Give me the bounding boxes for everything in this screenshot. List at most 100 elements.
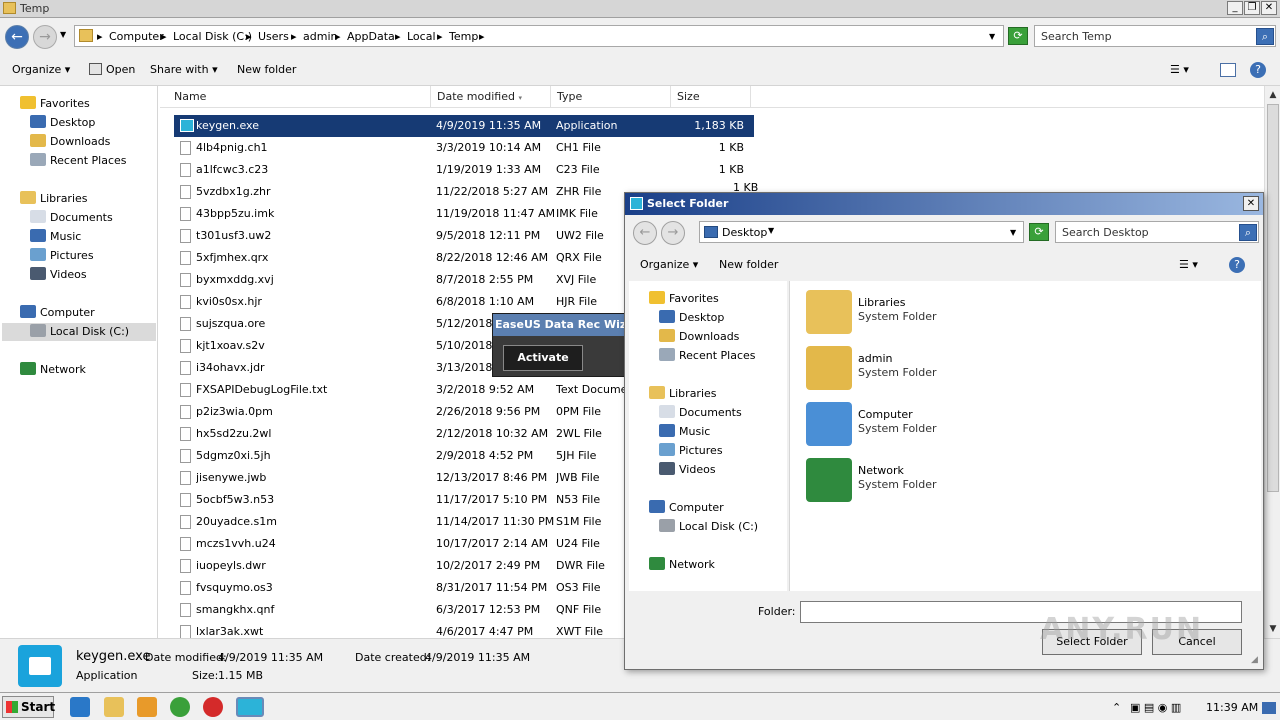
- easeus-taskbar-icon[interactable]: [236, 697, 264, 717]
- column-date-modified[interactable]: Date modified ▾: [431, 86, 551, 108]
- breadcrumb-users[interactable]: Users: [258, 30, 289, 43]
- dialog-nav-pictures[interactable]: Pictures: [659, 442, 723, 460]
- breadcrumb-local[interactable]: Local: [407, 30, 436, 43]
- scroll-thumb[interactable]: [1267, 104, 1279, 492]
- breadcrumb-local-disk[interactable]: Local Disk (C:): [173, 30, 252, 43]
- nav-desktop[interactable]: Desktop: [30, 114, 95, 132]
- dialog-nav-favorites[interactable]: Favorites: [649, 290, 719, 308]
- search-input[interactable]: Search Temp ⌕: [1034, 25, 1276, 47]
- column-size[interactable]: Size: [671, 86, 751, 108]
- column-type[interactable]: Type: [551, 86, 671, 108]
- vertical-scrollbar[interactable]: ▲ ▼: [1264, 86, 1280, 638]
- address-dropdown-icon[interactable]: ▼: [1010, 228, 1016, 237]
- minimize-button[interactable]: _: [1227, 1, 1243, 15]
- dialog-help-icon[interactable]: ?: [1229, 257, 1245, 273]
- nav-videos[interactable]: Videos: [30, 266, 87, 284]
- file-date: 8/7/2018 2:55 PM: [436, 273, 534, 286]
- tray-expand-icon[interactable]: ⌃: [1112, 701, 1121, 714]
- dialog-refresh-button[interactable]: ⟳: [1029, 223, 1049, 241]
- dialog-location[interactable]: Desktop: [722, 226, 767, 239]
- close-button[interactable]: ✕: [1261, 1, 1277, 15]
- file-row[interactable]: keygen.exe 4/9/2019 11:35 AM Application 1,…: [174, 115, 754, 137]
- breadcrumb-computer[interactable]: Computer: [109, 30, 164, 43]
- dialog-nav-network[interactable]: Network: [649, 556, 715, 574]
- column-name[interactable]: Name: [168, 86, 431, 108]
- refresh-button[interactable]: ⟳: [1008, 27, 1028, 45]
- dialog-nav-libraries[interactable]: Libraries: [649, 385, 717, 403]
- file-date: 1/19/2019 1:33 AM: [436, 163, 542, 176]
- organize-menu[interactable]: Organize ▾: [12, 63, 70, 76]
- address-bar[interactable]: ▸ Computer ▸ Local Disk (C:) ▸ Users ▸ a…: [74, 25, 1004, 47]
- nav-local-disk[interactable]: Local Disk (C:): [2, 323, 156, 341]
- maximize-button[interactable]: ❐: [1244, 1, 1260, 15]
- dialog-new-folder-button[interactable]: New folder: [719, 258, 778, 271]
- activate-button[interactable]: Activate: [503, 345, 583, 371]
- explorer-icon[interactable]: [104, 697, 124, 717]
- dialog-organize-menu[interactable]: Organize ▾: [640, 258, 698, 271]
- file-icon: [180, 317, 191, 331]
- dialog-nav-downloads[interactable]: Downloads: [659, 328, 739, 346]
- share-with-menu[interactable]: Share with ▾: [150, 63, 218, 76]
- nav-libraries[interactable]: Libraries: [20, 190, 88, 208]
- file-row[interactable]: 4lb4pnig.ch1 3/3/2019 10:14 AM CH1 File 1 K…: [174, 137, 754, 159]
- tray-icons[interactable]: ▣ ▤ ◉ ▥: [1130, 701, 1181, 714]
- view-options-icon[interactable]: ☰ ▾: [1170, 63, 1189, 76]
- clock[interactable]: 11:39 AM: [1206, 701, 1258, 714]
- dialog-address-bar[interactable]: Desktop ▼ ▼: [699, 221, 1024, 243]
- show-desktop-icon[interactable]: [1262, 702, 1276, 714]
- dialog-nav-videos[interactable]: Videos: [659, 461, 716, 479]
- dialog-close-button[interactable]: ✕: [1243, 196, 1259, 211]
- nav-pictures[interactable]: Pictures: [30, 247, 94, 265]
- dialog-nav-recent-places[interactable]: Recent Places: [659, 347, 756, 365]
- nav-recent-places[interactable]: Recent Places: [30, 152, 127, 170]
- address-dropdown-icon[interactable]: ▼: [989, 32, 995, 41]
- file-name: i34ohavx.jdr: [196, 361, 265, 374]
- dialog-search-icon[interactable]: ⌕: [1239, 224, 1257, 241]
- forward-button[interactable]: →: [33, 25, 57, 49]
- nav-music[interactable]: Music: [30, 228, 81, 246]
- details-size: 1.15 MB: [218, 669, 264, 682]
- scroll-down-icon[interactable]: ▼: [1267, 622, 1279, 636]
- breadcrumb-admin[interactable]: admin: [303, 30, 337, 43]
- documents-icon: [30, 210, 46, 223]
- dialog-back-button[interactable]: ←: [633, 221, 657, 245]
- recent-places-icon: [30, 153, 46, 166]
- file-type: C23 File: [556, 163, 600, 176]
- opera-icon[interactable]: [203, 697, 223, 717]
- nav-documents[interactable]: Documents: [30, 209, 113, 227]
- file-row[interactable]: a1lfcwc3.c23 1/19/2019 1:33 AM C23 File 1 K…: [174, 159, 754, 181]
- ie-icon[interactable]: [70, 697, 90, 717]
- dialog-search-input[interactable]: Search Desktop ⌕: [1055, 221, 1259, 243]
- new-folder-button[interactable]: New folder: [237, 63, 296, 76]
- open-button[interactable]: Open: [89, 63, 135, 76]
- dialog-nav-local-disk[interactable]: Local Disk (C:): [659, 518, 758, 536]
- dialog-forward-button[interactable]: →: [661, 221, 685, 245]
- back-button[interactable]: ←: [5, 25, 29, 49]
- dialog-nav-music[interactable]: Music: [659, 423, 710, 441]
- dialog-nav-desktop[interactable]: Desktop: [659, 309, 724, 327]
- folder-admin[interactable]: admin System Folder: [806, 344, 1006, 394]
- media-player-icon[interactable]: [137, 697, 157, 717]
- breadcrumb-appdata[interactable]: AppData: [347, 30, 395, 43]
- breadcrumb-temp[interactable]: Temp: [449, 30, 478, 43]
- resize-grip-icon[interactable]: ◢: [1251, 655, 1258, 665]
- recent-pages-chevron-icon[interactable]: ▼: [60, 30, 66, 39]
- dialog-nav-computer[interactable]: Computer: [649, 499, 724, 517]
- dialog-view-options-icon[interactable]: ☰ ▾: [1179, 258, 1198, 271]
- preview-pane-icon[interactable]: [1220, 63, 1236, 77]
- nav-computer[interactable]: Computer: [20, 304, 95, 322]
- chrome-icon[interactable]: [170, 697, 190, 717]
- application-icon: [180, 119, 194, 132]
- start-button[interactable]: Start: [2, 696, 55, 718]
- folder-computer[interactable]: Computer System Folder: [806, 400, 1006, 450]
- help-icon[interactable]: ?: [1250, 62, 1266, 78]
- nav-network[interactable]: Network: [20, 361, 86, 379]
- location-dropdown-icon[interactable]: ▼: [768, 226, 774, 235]
- nav-downloads[interactable]: Downloads: [30, 133, 110, 151]
- dialog-nav-documents[interactable]: Documents: [659, 404, 742, 422]
- search-icon[interactable]: ⌕: [1256, 28, 1274, 45]
- folder-libraries[interactable]: Libraries System Folder: [806, 288, 1006, 338]
- folder-network[interactable]: Network System Folder: [806, 456, 1006, 506]
- nav-favorites[interactable]: Favorites: [20, 95, 90, 113]
- scroll-up-icon[interactable]: ▲: [1267, 88, 1279, 102]
